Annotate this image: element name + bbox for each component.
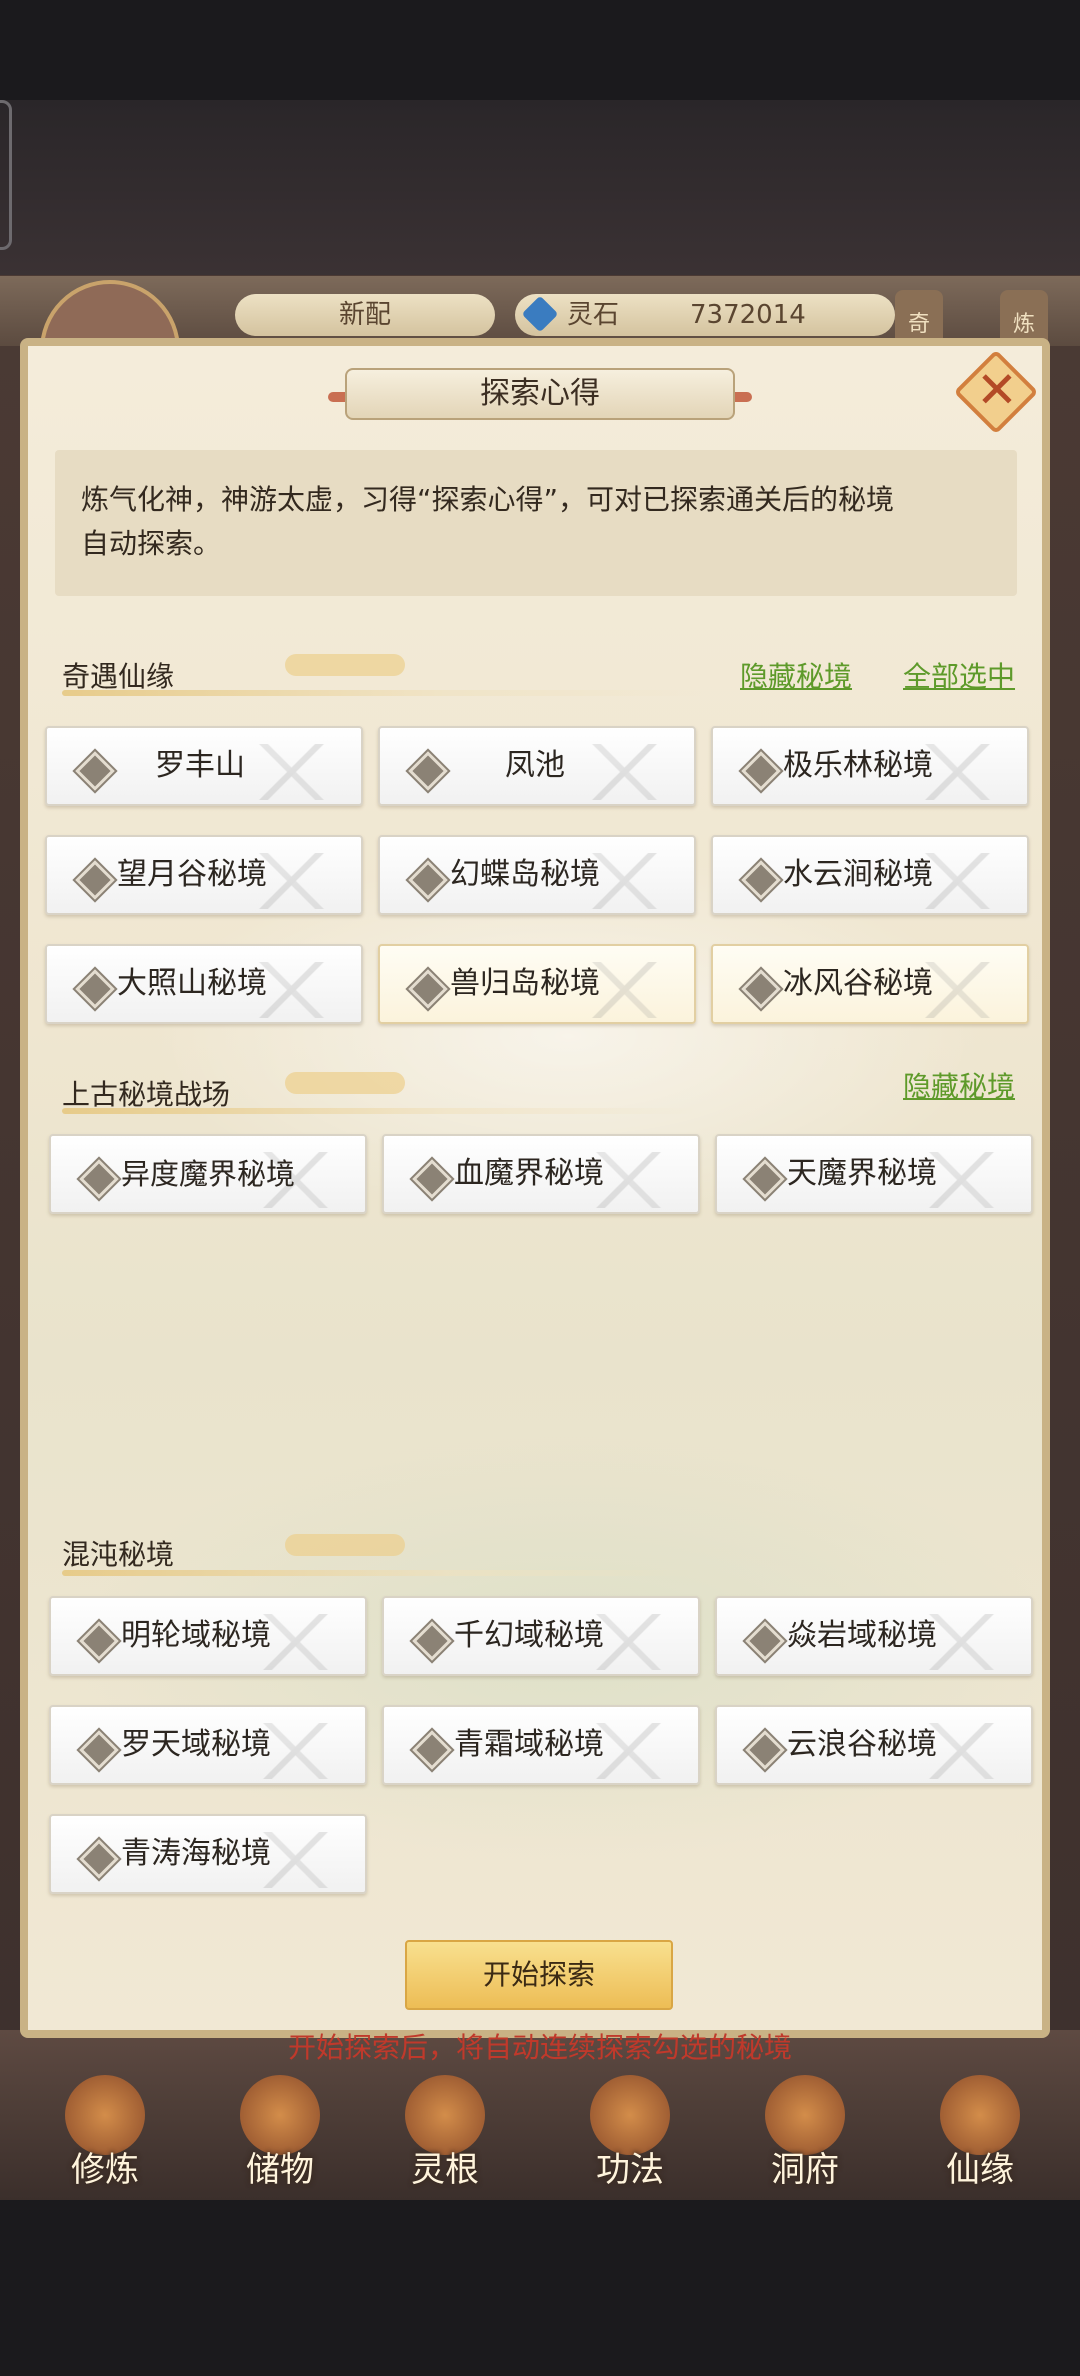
nav-label: 修炼 — [71, 2150, 139, 2190]
auto-explore-hint: 开始探索后，将自动连续探索勾选的秘境 — [287, 2031, 792, 2064]
checkbox-icon — [745, 1621, 785, 1661]
checkbox-icon — [745, 1730, 785, 1770]
realm-item[interactable]: 天魔界秘境 — [715, 1134, 1033, 1214]
checkbox-icon — [75, 860, 115, 900]
hide-realms-link[interactable]: 隐藏秘境 — [740, 655, 852, 695]
description-box: 炼气化神，神游太虚，习得“探索心得”，可对已探索通关后的秘境 自动探索。 — [55, 450, 1017, 596]
player-name-pill: 新配 — [235, 294, 495, 336]
realm-item[interactable]: 青涛海秘境 — [49, 1814, 367, 1894]
realm-item[interactable]: 罗丰山 — [45, 726, 363, 806]
side-tab[interactable] — [0, 100, 12, 250]
realm-label: 天魔界秘境 — [787, 1156, 937, 1191]
checkbox-icon — [741, 751, 781, 791]
realm-label: 明轮域秘境 — [121, 1618, 271, 1653]
realm-item[interactable]: 千幻域秘境 — [382, 1596, 700, 1676]
checkbox-icon — [408, 969, 448, 1009]
hide-realms-link[interactable]: 隐藏秘境 — [903, 1065, 1015, 1105]
realm-label: 大照山秘境 — [117, 966, 267, 1001]
realm-item[interactable]: 罗天域秘境 — [49, 1705, 367, 1785]
realm-item[interactable]: 望月谷秘境 — [45, 835, 363, 915]
checkbox-icon — [412, 1159, 452, 1199]
realm-label: 青涛海秘境 — [121, 1836, 271, 1871]
game-scene-top — [0, 100, 1080, 280]
realm-label: 兽归岛秘境 — [450, 966, 600, 1001]
realm-item[interactable]: 青霜域秘境 — [382, 1705, 700, 1785]
section-glow — [285, 1072, 405, 1094]
realm-label: 望月谷秘境 — [117, 857, 267, 892]
realm-item[interactable]: 明轮域秘境 — [49, 1596, 367, 1676]
mountain-decor — [235, 744, 355, 800]
checkbox-icon — [75, 751, 115, 791]
realm-label: 水云涧秘境 — [783, 857, 933, 892]
nav-label: 储物 — [246, 2150, 314, 2190]
checkbox-icon — [79, 1730, 119, 1770]
realm-item[interactable]: 血魔界秘境 — [382, 1134, 700, 1214]
bottom-bar — [0, 2200, 1080, 2376]
realm-label: 极乐林秘境 — [783, 748, 933, 783]
realm-label: 千幻域秘境 — [454, 1618, 604, 1653]
checkbox-icon — [408, 751, 448, 791]
realm-item[interactable]: 凤池 — [378, 726, 696, 806]
start-explore-button[interactable]: 开始探索 — [405, 1940, 673, 2010]
modal-title: 探索心得 — [345, 368, 735, 420]
section-title-ancient-battlefield: 上古秘境战场 — [62, 1078, 231, 1111]
checkbox-icon — [741, 860, 781, 900]
realm-item[interactable]: 云浪谷秘境 — [715, 1705, 1033, 1785]
spirit-stone-value: 7372014 — [690, 300, 806, 330]
checkbox-icon — [741, 969, 781, 1009]
mountain-decor — [568, 744, 688, 800]
close-icon: ✕ — [976, 361, 1018, 419]
spirit-stone-icon — [521, 295, 559, 333]
realm-item[interactable]: 焱岩域秘境 — [715, 1596, 1033, 1676]
realm-label: 青霜域秘境 — [454, 1727, 604, 1762]
realm-item[interactable]: 异度魔界秘境 — [49, 1134, 367, 1214]
checkbox-icon — [745, 1159, 785, 1199]
realm-item[interactable]: 大照山秘境 — [45, 944, 363, 1024]
section-glow — [285, 654, 405, 676]
realm-item[interactable]: 极乐林秘境 — [711, 726, 1029, 806]
realm-label: 云浪谷秘境 — [787, 1727, 937, 1762]
nav-label: 仙缘 — [946, 2150, 1014, 2190]
description-line-2: 自动探索。 — [81, 527, 222, 560]
realm-item[interactable]: 水云涧秘境 — [711, 835, 1029, 915]
realm-label: 幻蝶岛秘境 — [450, 857, 600, 892]
nav-label: 功法 — [596, 2150, 664, 2190]
spirit-stone-counter: 灵石 7372014 — [515, 294, 895, 336]
realm-label: 异度魔界秘境 — [121, 1157, 296, 1191]
realm-item-selected[interactable]: 兽归岛秘境 — [378, 944, 696, 1024]
close-button[interactable]: ✕ — [953, 349, 1040, 436]
realm-item[interactable]: 幻蝶岛秘境 — [378, 835, 696, 915]
realm-label: 罗天域秘境 — [121, 1727, 271, 1762]
realm-label: 焱岩域秘境 — [787, 1618, 937, 1653]
nav-label: 灵根 — [411, 2150, 479, 2190]
realm-label: 凤池 — [505, 748, 565, 783]
checkbox-icon — [408, 860, 448, 900]
checkbox-icon — [79, 1621, 119, 1661]
checkbox-icon — [79, 1159, 119, 1199]
nav-label: 洞府 — [771, 2150, 839, 2190]
checkbox-icon — [79, 1839, 119, 1879]
select-all-link[interactable]: 全部选中 — [903, 655, 1015, 695]
realm-label: 罗丰山 — [155, 748, 245, 783]
section-title-encounters: 奇遇仙缘 — [62, 660, 175, 693]
realm-item-selected[interactable]: 冰风谷秘境 — [711, 944, 1029, 1024]
checkbox-icon — [412, 1730, 452, 1770]
checkbox-icon — [412, 1621, 452, 1661]
section-glow — [285, 1534, 405, 1556]
description-line-1: 炼气化神，神游太虚，习得“探索心得”，可对已探索通关后的秘境 — [81, 483, 895, 516]
section-title-chaos-realms: 混沌秘境 — [62, 1538, 175, 1571]
realm-label: 冰风谷秘境 — [783, 966, 933, 1001]
spirit-stone-label: 灵石 — [567, 300, 620, 330]
realm-label: 血魔界秘境 — [454, 1156, 604, 1191]
checkbox-icon — [75, 969, 115, 1009]
